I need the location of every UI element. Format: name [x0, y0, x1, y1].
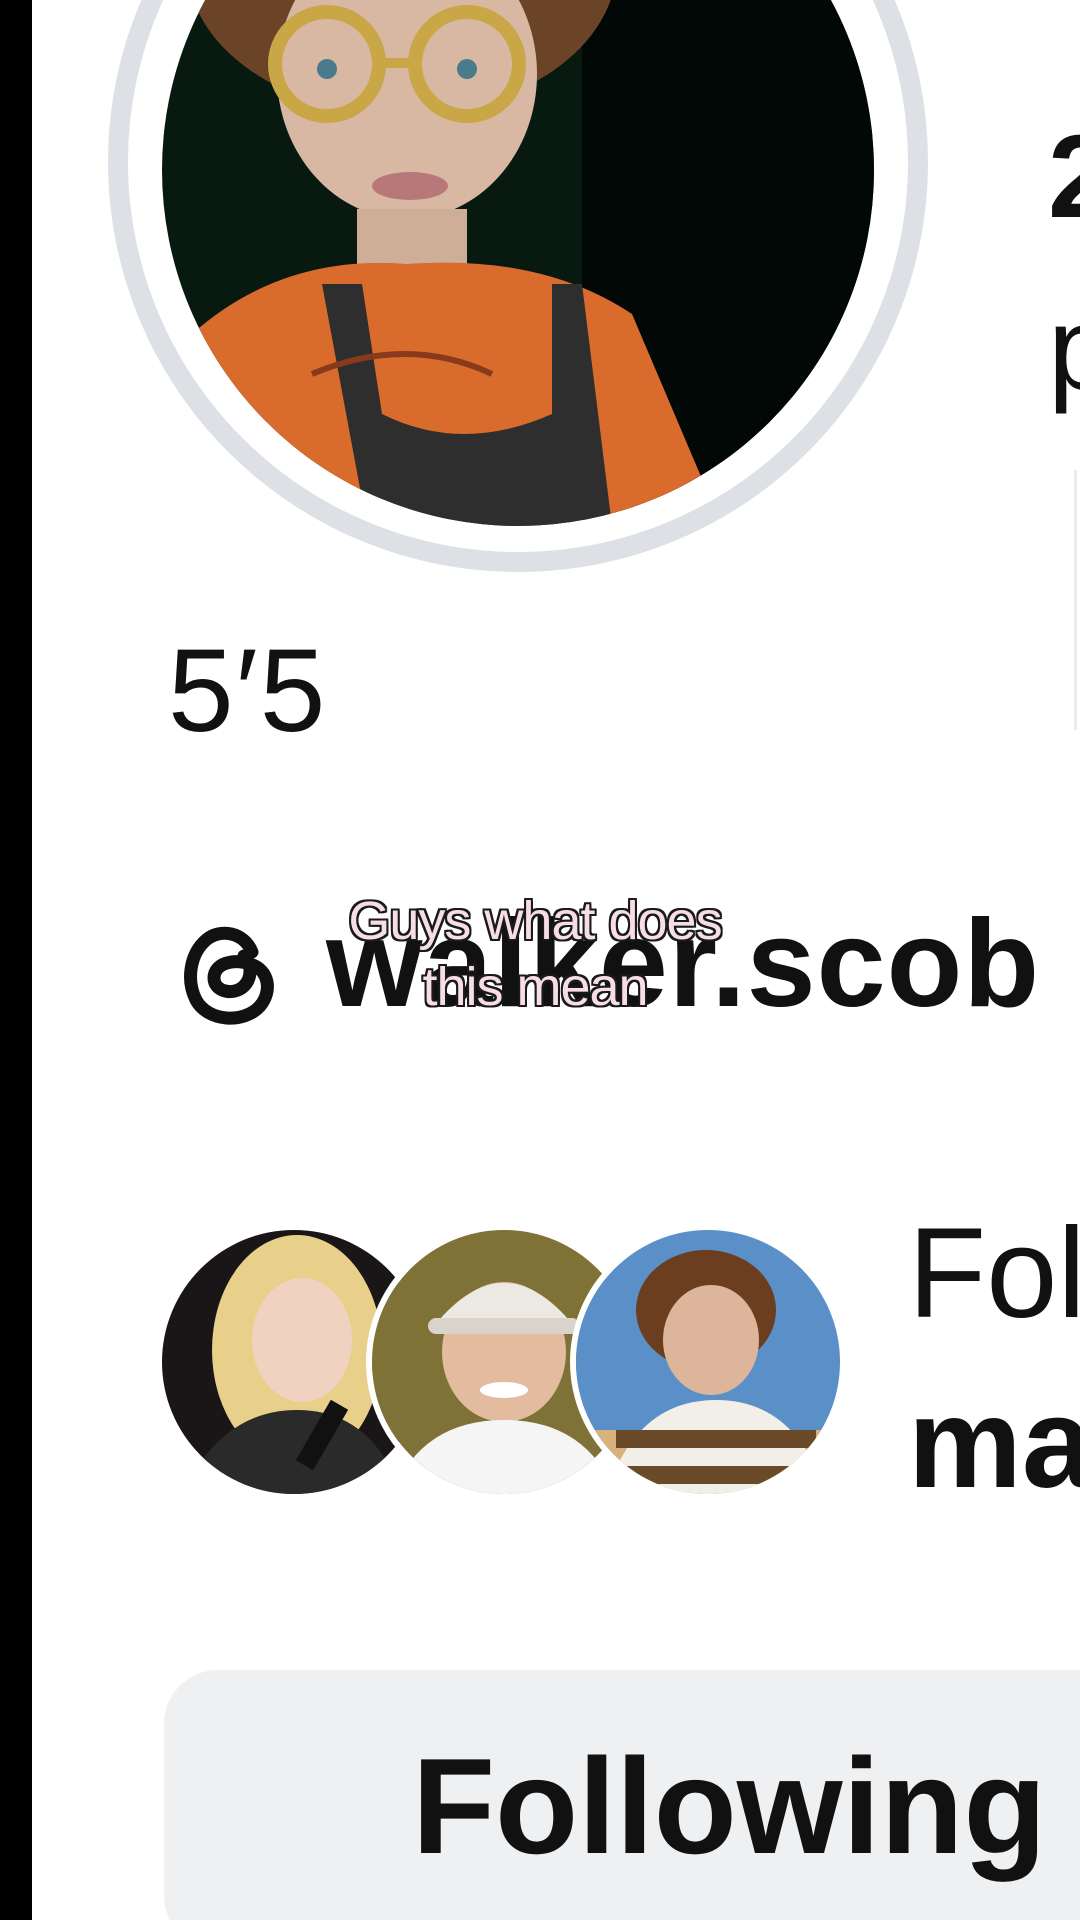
divider	[1074, 470, 1077, 730]
followed-by-text-line1[interactable]: Fol	[908, 1210, 1080, 1338]
follower-photo-3	[576, 1230, 840, 1494]
follower-avatar-3[interactable]	[570, 1224, 846, 1500]
caption-line-1: Guys what does	[348, 891, 722, 951]
threads-icon[interactable]	[172, 908, 284, 1032]
caption-line-2: this mean	[422, 957, 648, 1017]
posts-label: p	[1048, 290, 1080, 408]
followed-by-text-line2[interactable]: ma	[908, 1380, 1080, 1508]
following-button-label: Following	[412, 1730, 1047, 1882]
left-edge-bar	[0, 0, 32, 1920]
video-caption-overlay: Guys what does this mean	[290, 888, 780, 1020]
profile-bio: 5′5	[168, 625, 328, 757]
posts-count[interactable]: 2	[1048, 118, 1080, 236]
profile-screen: 2 p 5′5 walker.scob Guys what does this …	[0, 0, 1080, 1920]
